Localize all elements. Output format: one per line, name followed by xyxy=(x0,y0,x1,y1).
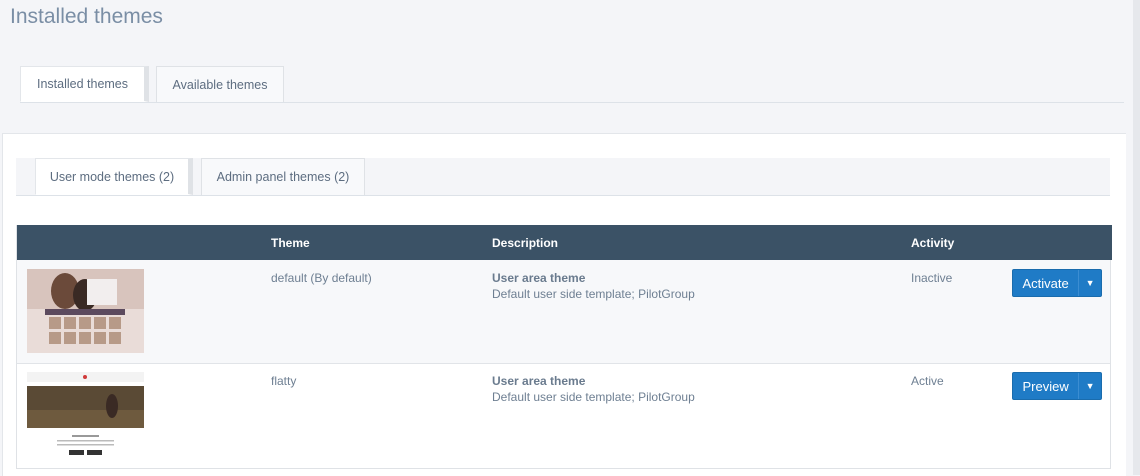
theme-description-text: Default user side template; PilotGroup xyxy=(492,390,695,404)
preview-button[interactable]: Preview ▼ xyxy=(1012,372,1102,400)
tab-available-themes[interactable]: Available themes xyxy=(156,66,284,102)
top-tabs: Installed themes Available themes xyxy=(20,66,1124,103)
theme-description-title: User area theme xyxy=(492,271,586,285)
scrollbar-track[interactable] xyxy=(1133,0,1140,475)
theme-description-title: User area theme xyxy=(492,374,586,388)
tab-admin-panel-themes-label: Admin panel themes (2) xyxy=(216,170,350,184)
page-title: Installed themes xyxy=(10,5,163,28)
theme-name: default (By default) xyxy=(271,271,372,285)
activate-button[interactable]: Activate ▼ xyxy=(1012,269,1102,297)
tab-user-mode-themes[interactable]: User mode themes (2) xyxy=(35,158,193,195)
header-description: Description xyxy=(492,236,559,250)
activate-button-label: Activate xyxy=(1022,275,1069,291)
tab-user-mode-themes-label: User mode themes (2) xyxy=(49,169,175,184)
tab-admin-panel-themes[interactable]: Admin panel themes (2) xyxy=(201,158,365,195)
preview-button-label: Preview xyxy=(1022,378,1069,394)
tab-available-themes-label: Available themes xyxy=(172,77,268,92)
theme-thumbnail-flatty[interactable] xyxy=(27,372,144,460)
tab-installed-themes[interactable]: Installed themes xyxy=(20,66,149,102)
theme-thumbnail-default[interactable] xyxy=(27,269,144,353)
theme-activity: Inactive xyxy=(911,271,953,285)
themes-table: Theme Description Activity default (By d… xyxy=(16,225,1112,469)
caret-down-icon[interactable]: ▼ xyxy=(1078,373,1101,399)
caret-down-icon[interactable]: ▼ xyxy=(1078,270,1101,296)
tab-installed-themes-label: Installed themes xyxy=(36,77,129,91)
table-row: default (By default) User area theme Def… xyxy=(17,260,1110,364)
header-activity: Activity xyxy=(911,236,955,250)
sub-tabs: User mode themes (2) Admin panel themes … xyxy=(16,158,1110,196)
table-row: flatty User area theme Default user side… xyxy=(17,364,1110,468)
header-theme: Theme xyxy=(271,236,310,250)
table-header: Theme Description Activity xyxy=(17,225,1112,260)
theme-name: flatty xyxy=(271,374,297,388)
theme-activity: Active xyxy=(911,374,944,388)
theme-description-text: Default user side template; PilotGroup xyxy=(492,287,695,301)
